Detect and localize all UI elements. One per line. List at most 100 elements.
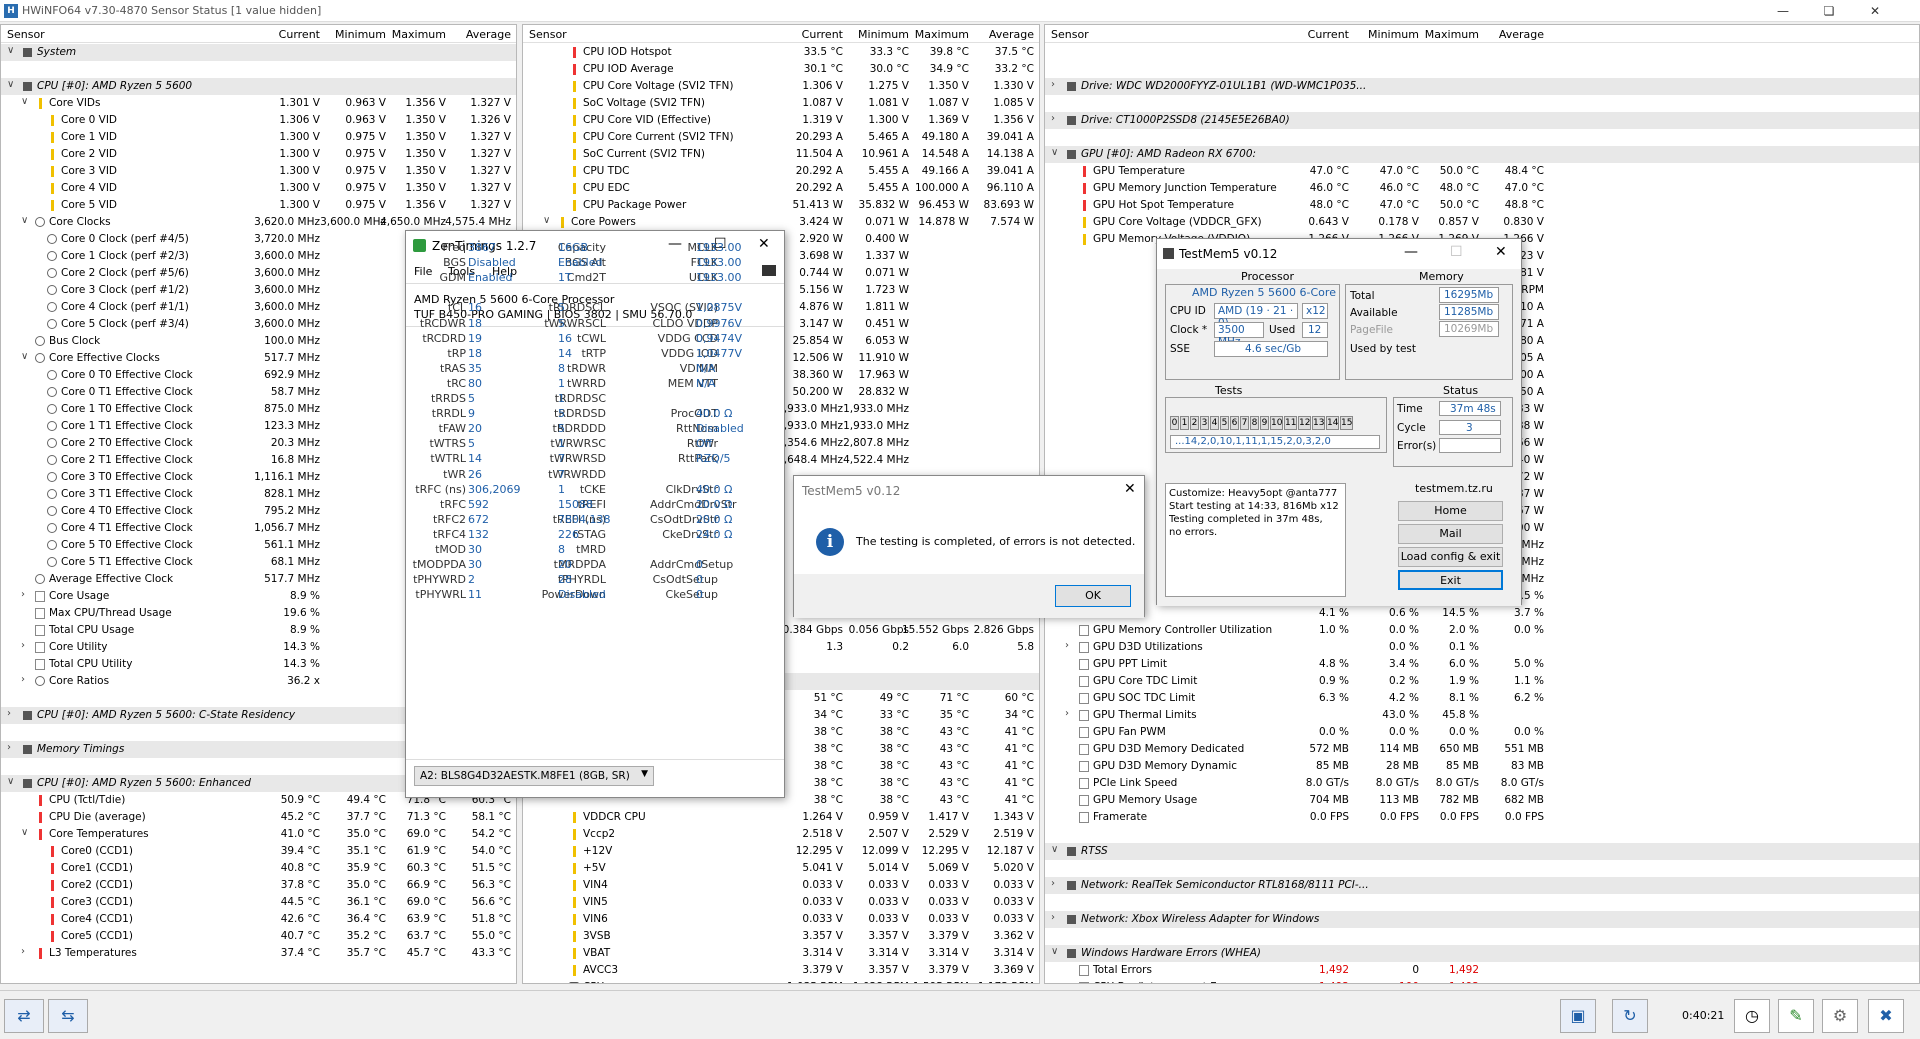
sensor-row[interactable]: CPU TDC 20.292 A 5.455 A 49.166 A 39.041 A xyxy=(523,163,1039,180)
sensor-row[interactable]: 3VSB 3.357 V 3.357 V 3.379 V 3.362 V xyxy=(523,928,1039,945)
sensor-row[interactable]: Core 0 VID 1.306 V 0.963 V 1.350 V 1.326 V xyxy=(1,112,516,129)
sensor-row[interactable]: CPU Bus/Interconnect Errors 1,492 100 1,492 xyxy=(1045,979,1919,983)
sync-icon[interactable]: ↻ xyxy=(1612,999,1648,1033)
mail-button[interactable]: Mail xyxy=(1398,524,1503,544)
sensor-group-row[interactable]: › Drive: CT1000P2SSD8 (2145E5E26BA0) xyxy=(1045,112,1919,129)
home-button[interactable]: Home xyxy=(1398,501,1503,521)
sensor-row[interactable] xyxy=(1,61,516,78)
sensor-row[interactable]: GPU Core TDC Limit 0.9 % 0.2 % 1.9 % 1.1 % xyxy=(1045,673,1919,690)
column-current[interactable]: Current xyxy=(802,28,843,41)
sensor-row[interactable]: VBAT 3.314 V 3.314 V 3.314 V 3.314 V xyxy=(523,945,1039,962)
expand-chevron-icon[interactable]: ∨ xyxy=(1051,946,1058,957)
dimm-select[interactable]: A2: BLS8G4D32AESTK.M8FE1 (8GB, SR) ▼ xyxy=(414,766,654,786)
collapse-chevron-icon[interactable]: › xyxy=(1051,113,1055,124)
report-icon[interactable]: ✎ xyxy=(1778,999,1814,1033)
sensor-row[interactable] xyxy=(1045,129,1919,146)
sensor-row[interactable]: CPU Package Power 51.413 W 35.832 W 96.453 … xyxy=(523,197,1039,214)
settings-gear-icon[interactable]: ⚙ xyxy=(1822,999,1858,1033)
sensor-row[interactable]: ∨ Core Powers 3.424 W 0.071 W 14.878 W 7.574 … xyxy=(523,214,1039,231)
sensor-row[interactable]: Vccp2 2.518 V 2.507 V 2.529 V 2.519 V xyxy=(523,826,1039,843)
column-average[interactable]: Average xyxy=(1499,28,1544,41)
sensor-row[interactable]: SoC Voltage (SVI2 TFN) 1.087 V 1.081 V 1.08… xyxy=(523,95,1039,112)
sensor-row[interactable] xyxy=(1045,61,1919,78)
sensor-row[interactable]: GPU Memory Junction Temperature 46.0 °C 46… xyxy=(1045,180,1919,197)
sensor-row[interactable] xyxy=(1045,826,1919,843)
sensor-row[interactable]: Core2 (CCD1) 37.8 °C 35.0 °C 66.9 °C 56.3 °C xyxy=(1,877,516,894)
sensor-row[interactable]: GPU D3D Memory Dedicated 572 MB 114 MB 650 … xyxy=(1045,741,1919,758)
sensor-row[interactable]: CPU EDC 20.292 A 5.455 A 100.000 A 96.110 A xyxy=(523,180,1039,197)
sensor-group-row[interactable]: › Drive: WDC WD2000FYYZ-01UL1B1 (WD-WMC1P… xyxy=(1045,78,1919,95)
sensor-row[interactable]: GPU Temperature 47.0 °C 47.0 °C 50.0 °C 48.4… xyxy=(1045,163,1919,180)
load-config-exit-button[interactable]: Load config & exit xyxy=(1398,547,1503,567)
sensor-group-row[interactable]: ∨ Windows Hardware Errors (WHEA) xyxy=(1045,945,1919,962)
sensor-row[interactable]: ∨ Core Clocks 3,620.0 MHz 3,600.0 MHz 4,650.… xyxy=(1,214,516,231)
sensor-row[interactable]: +12V 12.295 V 12.099 V 12.295 V 12.187 V xyxy=(523,843,1039,860)
sensor-row[interactable]: › L3 Temperatures 37.4 °C 35.7 °C 45.7 °C 43.… xyxy=(1,945,516,962)
sensor-row[interactable]: Core4 (CCD1) 42.6 °C 36.4 °C 63.9 °C 51.8 °C xyxy=(1,911,516,928)
sensor-row[interactable]: PCIe Link Speed 8.0 GT/s 8.0 GT/s 8.0 GT/s 8… xyxy=(1045,775,1919,792)
column-maximum[interactable]: Maximum xyxy=(915,28,969,41)
column-minimum[interactable]: Minimum xyxy=(858,28,909,41)
expand-chevron-icon[interactable]: ∨ xyxy=(7,79,14,90)
expand-chevron-icon[interactable]: ∨ xyxy=(1051,147,1058,158)
collapse-chevron-icon[interactable]: › xyxy=(21,640,25,651)
sensor-row[interactable]: Total Errors 1,492 0 1,492 xyxy=(1045,962,1919,979)
collapse-chevron-icon[interactable]: › xyxy=(1051,79,1055,90)
column-sensor[interactable]: Sensor xyxy=(1051,28,1089,41)
sensor-row[interactable]: CPU Core Voltage (SVI2 TFN) 1.306 V 1.275 … xyxy=(523,78,1039,95)
sensor-group-row[interactable]: ∨ GPU [#0]: AMD Radeon RX 6700: xyxy=(1045,146,1919,163)
sensor-row[interactable]: Core 2 VID 1.300 V 0.975 V 1.350 V 1.327 V xyxy=(1,146,516,163)
collapse-chevron-icon[interactable]: › xyxy=(21,674,25,685)
column-sensor[interactable]: Sensor xyxy=(7,28,45,41)
sensor-row[interactable]: › GPU Thermal Limits 43.0 % 45.8 % xyxy=(1045,707,1919,724)
column-sensor[interactable]: Sensor xyxy=(529,28,567,41)
sensor-group-row[interactable]: ∨ CPU [#0]: AMD Ryzen 5 5600 xyxy=(1,78,516,95)
sensor-row[interactable]: CPU 1,035 RPM 1,028 RPM 1,595 RPM 1,173 RPM xyxy=(523,979,1039,983)
tm-close-button[interactable]: ✕ xyxy=(1495,244,1507,260)
sensor-row[interactable] xyxy=(1045,894,1919,911)
sensor-row[interactable]: Core5 (CCD1) 40.7 °C 35.2 °C 63.7 °C 55.0 °C xyxy=(1,928,516,945)
collapse-chevron-icon[interactable]: › xyxy=(7,742,11,753)
sensor-row[interactable]: ∨ Core VIDs 1.301 V 0.963 V 1.356 V 1.327 V xyxy=(1,95,516,112)
sensor-row[interactable]: CPU Core VID (Effective) 1.319 V 1.300 V 1.… xyxy=(523,112,1039,129)
expand-chevron-icon[interactable]: ∨ xyxy=(21,215,28,226)
sensor-row[interactable]: SoC Current (SVI2 TFN) 11.504 A 10.961 A 14… xyxy=(523,146,1039,163)
sensor-group-row[interactable]: ∨ RTSS xyxy=(1045,843,1919,860)
collapse-chevron-icon[interactable]: › xyxy=(1051,878,1055,889)
expand-chevron-icon[interactable]: ∨ xyxy=(1051,844,1058,855)
column-maximum[interactable]: Maximum xyxy=(392,28,446,41)
dialog-close-button[interactable]: ✕ xyxy=(1124,481,1136,497)
network-icon[interactable]: ▣ xyxy=(1560,999,1596,1033)
nav-right-icon[interactable]: ⇆ xyxy=(48,999,88,1033)
sensor-row[interactable]: Core3 (CCD1) 44.5 °C 36.1 °C 69.0 °C 56.6 °C xyxy=(1,894,516,911)
sensor-row[interactable]: 4.1 % 0.6 % 14.5 % 3.7 % xyxy=(1045,605,1919,622)
sensor-row[interactable]: CPU Core Current (SVI2 TFN) 20.293 A 5.465… xyxy=(523,129,1039,146)
close-button[interactable]: ✕ xyxy=(1852,0,1898,22)
collapse-chevron-icon[interactable]: › xyxy=(21,589,25,600)
sensor-row[interactable]: Core1 (CCD1) 40.8 °C 35.9 °C 60.3 °C 51.5 °C xyxy=(1,860,516,877)
column-current[interactable]: Current xyxy=(1308,28,1349,41)
sensor-row[interactable]: VIN6 0.033 V 0.033 V 0.033 V 0.033 V xyxy=(523,911,1039,928)
sensor-group-row[interactable]: › Network: Xbox Wireless Adapter for Wind… xyxy=(1045,911,1919,928)
sensor-row[interactable] xyxy=(1045,95,1919,112)
sensor-row[interactable]: CPU IOD Average 30.1 °C 30.0 °C 34.9 °C 33.2… xyxy=(523,61,1039,78)
collapse-chevron-icon[interactable]: › xyxy=(21,946,25,957)
sensor-row[interactable]: Core 1 VID 1.300 V 0.975 V 1.350 V 1.327 V xyxy=(1,129,516,146)
sensor-row[interactable]: AVCC3 3.379 V 3.357 V 3.379 V 3.369 V xyxy=(523,962,1039,979)
collapse-chevron-icon[interactable]: › xyxy=(1065,640,1069,651)
column-average[interactable]: Average xyxy=(989,28,1034,41)
exit-button[interactable]: Exit xyxy=(1398,570,1503,590)
column-minimum[interactable]: Minimum xyxy=(1368,28,1419,41)
column-maximum[interactable]: Maximum xyxy=(1425,28,1479,41)
zt-close-button[interactable]: ✕ xyxy=(758,236,770,252)
sensor-row[interactable]: VIN4 0.033 V 0.033 V 0.033 V 0.033 V xyxy=(523,877,1039,894)
sensor-row[interactable]: Core 5 VID 1.300 V 0.975 V 1.356 V 1.327 V xyxy=(1,197,516,214)
sensor-row[interactable] xyxy=(1045,860,1919,877)
sensor-row[interactable]: VDDCR CPU 1.264 V 0.959 V 1.417 V 1.343 V xyxy=(523,809,1039,826)
sensor-row[interactable]: GPU PPT Limit 4.8 % 3.4 % 6.0 % 5.0 % xyxy=(1045,656,1919,673)
sensor-group-row[interactable]: ∨ System xyxy=(1,44,516,61)
sensor-row[interactable]: +5V 5.041 V 5.014 V 5.069 V 5.020 V xyxy=(523,860,1039,877)
sensor-row[interactable]: GPU Memory Usage 704 MB 113 MB 782 MB 682 MB xyxy=(1045,792,1919,809)
expand-chevron-icon[interactable]: ∨ xyxy=(21,96,28,107)
close-sensors-icon[interactable]: ✖ xyxy=(1868,999,1904,1033)
